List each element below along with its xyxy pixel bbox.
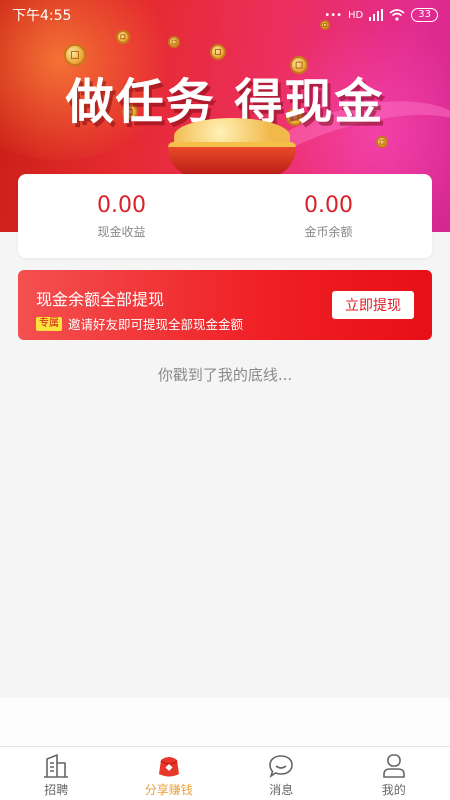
status-time: 下午4:55 xyxy=(12,8,72,24)
tab-label: 消息 xyxy=(269,783,294,797)
person-icon xyxy=(382,754,405,778)
withdraw-title: 现金余额全部提现 xyxy=(36,290,165,309)
dots-icon: ••• xyxy=(324,9,343,21)
exclusive-tag: 专属 xyxy=(36,316,62,331)
battery-icon: 33 xyxy=(411,8,438,22)
gold-pot-illustration xyxy=(168,118,296,178)
status-bar: 下午4:55 ••• HD 33 xyxy=(0,0,450,30)
wifi-icon xyxy=(389,9,405,21)
withdraw-subtitle: 邀请好友即可提现全部现金金额 xyxy=(68,317,244,332)
stat-value: 0.00 xyxy=(304,192,353,218)
stat-label: 金币余额 xyxy=(304,224,353,239)
tab-messages[interactable]: 消息 xyxy=(225,747,338,800)
coin-icon xyxy=(168,36,180,48)
tab-label: 招聘 xyxy=(44,783,69,797)
content-footer-area xyxy=(0,698,450,746)
status-icons: ••• HD 33 xyxy=(324,8,438,22)
network-label: HD xyxy=(348,9,364,21)
stat-value: 0.00 xyxy=(97,192,146,218)
stat-coin-balance[interactable]: 0.00 金币余额 xyxy=(225,174,432,258)
coin-icon xyxy=(376,136,388,148)
bottom-tab-bar: 招聘 分享赚钱 消息 我的 xyxy=(0,746,450,800)
chat-bubble-icon xyxy=(269,755,294,778)
stats-card: 0.00 现金收益 0.00 金币余额 xyxy=(18,174,432,258)
withdraw-banner[interactable]: 现金余额全部提现 专属 邀请好友即可提现全部现金金额 立即提现 xyxy=(18,270,432,340)
end-of-list-text: 你戳到了我的底线... xyxy=(157,366,293,384)
tab-recruitment[interactable]: 招聘 xyxy=(0,747,113,800)
withdraw-subtitle-row: 专属 邀请好友即可提现全部现金金额 xyxy=(36,314,243,333)
red-envelope-icon xyxy=(158,757,179,777)
stat-cash-income[interactable]: 0.00 现金收益 xyxy=(18,174,225,258)
screen: 做任务 得现金 下午4:55 ••• HD 33 0.00 现金收益 0.00 … xyxy=(0,0,450,800)
tab-label: 我的 xyxy=(381,783,406,797)
pot-bowl xyxy=(168,142,296,178)
tab-share-earn[interactable]: 分享赚钱 xyxy=(113,747,226,800)
coin-icon xyxy=(116,30,130,44)
coin-icon xyxy=(210,44,226,60)
tab-label: 分享赚钱 xyxy=(144,783,193,797)
signal-icon xyxy=(369,9,384,21)
tab-profile[interactable]: 我的 xyxy=(338,747,450,800)
withdraw-now-button[interactable]: 立即提现 xyxy=(332,291,414,319)
stat-label: 现金收益 xyxy=(97,224,146,239)
building-icon xyxy=(44,753,69,778)
